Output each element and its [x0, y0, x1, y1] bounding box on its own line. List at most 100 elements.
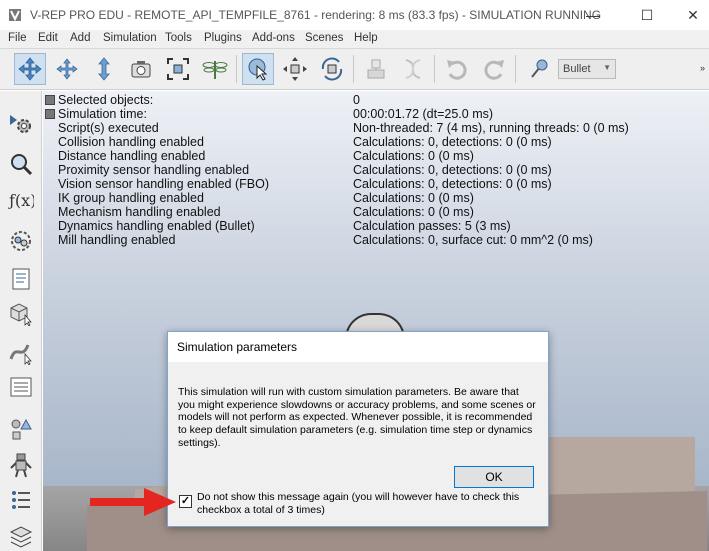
info-label: Script(s) executed	[58, 121, 159, 135]
robot-button[interactable]	[6, 450, 36, 480]
layers-list-button[interactable]	[6, 485, 36, 515]
object-rotate-icon	[321, 57, 343, 81]
physics-engine-button[interactable]	[522, 53, 554, 85]
vertical-arrows-icon	[98, 57, 110, 81]
assemble-button[interactable]	[360, 53, 392, 85]
magnifier-icon	[11, 154, 33, 176]
calculation-modules-button[interactable]: ƒ(x)	[6, 185, 36, 215]
title-bar: V-REP PRO EDU - REMOTE_API_TEMPFILE_8761…	[0, 0, 709, 30]
move-arrows-icon	[18, 57, 42, 81]
camera-pan-button[interactable]	[14, 53, 46, 85]
do-not-show-label[interactable]: Do not show this message again (you will…	[197, 491, 542, 516]
window-title: V-REP PRO EDU - REMOTE_API_TEMPFILE_8761…	[30, 8, 602, 22]
menu-add-ons[interactable]: Add-ons	[252, 32, 295, 44]
info-value: Calculations: 0 (0 ms)	[353, 149, 474, 163]
object-shift-button[interactable]	[279, 53, 311, 85]
info-label: Simulation time:	[58, 107, 147, 121]
info-value: Calculations: 0, surface cut: 0 mm^2 (0 …	[353, 233, 593, 247]
menu-add[interactable]: Add	[70, 32, 90, 44]
physics-engine-icon	[531, 59, 548, 78]
toolbar-overflow-icon[interactable]: »	[700, 63, 705, 73]
info-value: Calculations: 0 (0 ms)	[353, 205, 474, 219]
info-label: IK group handling enabled	[58, 191, 204, 205]
click-selection-button[interactable]	[242, 53, 274, 85]
menu-plugins[interactable]: Plugins	[204, 32, 242, 44]
menu-scenes[interactable]: Scenes	[305, 32, 343, 44]
close-button[interactable]: ✕	[670, 4, 709, 26]
path-edit-button[interactable]	[6, 337, 36, 367]
info-label: Collision handling enabled	[58, 135, 204, 149]
menu-simulation[interactable]: Simulation	[103, 32, 157, 44]
chevron-down-icon: ▼	[603, 63, 611, 72]
collapse-toggle-icon[interactable]	[45, 109, 55, 119]
left-toolbar: ƒ(x)	[0, 91, 42, 551]
info-value: Calculations: 0, detections: 0 (0 ms)	[353, 177, 552, 191]
camera-opening-angle-button[interactable]	[125, 53, 157, 85]
model-browser-button[interactable]	[6, 414, 36, 444]
collapse-toggle-icon[interactable]	[45, 95, 55, 105]
object-rotate-button[interactable]	[316, 53, 348, 85]
menu-file[interactable]: File	[8, 32, 27, 44]
select-cursor-icon	[248, 58, 268, 81]
selection-list-button[interactable]	[6, 372, 36, 402]
manipulate-camera-button[interactable]	[199, 53, 231, 85]
info-value: 00:00:01.72 (dt=25.0 ms)	[353, 107, 494, 121]
collections-button[interactable]	[6, 226, 36, 256]
object-shift-icon	[283, 57, 307, 81]
ok-button[interactable]: OK	[454, 466, 534, 488]
info-label: Selected objects:	[58, 93, 154, 107]
dialog-title: Simulation parameters	[168, 332, 548, 362]
svg-text:ƒ(x): ƒ(x)	[8, 191, 34, 210]
info-label: Distance handling enabled	[58, 149, 206, 163]
toolbar: Bullet ▼ »	[0, 48, 709, 90]
toolbar-separator	[353, 55, 354, 83]
transfer-dna-button[interactable]	[397, 53, 429, 85]
info-value: Non-threaded: 7 (4 ms), running threads:…	[353, 121, 629, 135]
scripts-button[interactable]	[6, 264, 36, 294]
undo-button[interactable]	[441, 53, 473, 85]
collections-icon	[11, 231, 31, 251]
layers-icon	[9, 526, 33, 548]
info-label: Proximity sensor handling enabled	[58, 163, 250, 177]
info-row: Simulation time:	[43, 107, 269, 121]
info-row: Selected objects:	[43, 93, 269, 107]
app-logo-icon	[9, 9, 21, 22]
camera-rotate-button[interactable]	[51, 53, 83, 85]
robot-icon	[10, 453, 32, 478]
info-values: 0 00:00:01.72 (dt=25.0 ms) Non-threaded:…	[353, 93, 629, 247]
simulation-parameters-dialog: Simulation parameters This simulation wi…	[167, 331, 549, 527]
scene-hierarchy-button[interactable]	[6, 149, 36, 179]
redo-icon	[484, 60, 504, 80]
fit-to-view-icon	[167, 58, 189, 80]
camera-shift-button[interactable]	[88, 53, 120, 85]
undo-icon	[447, 60, 467, 80]
toolbar-separator	[515, 55, 516, 83]
dialog-message: This simulation will run with custom sim…	[178, 386, 536, 449]
info-value: Calculations: 0 (0 ms)	[353, 191, 474, 205]
assemble-icon	[367, 59, 385, 79]
menu-tools[interactable]: Tools	[165, 32, 192, 44]
info-value: Calculation passes: 5 (3 ms)	[353, 219, 511, 233]
red-arrow-icon	[90, 488, 176, 516]
physics-engine-select[interactable]: Bullet ▼	[558, 59, 616, 79]
layers-button[interactable]	[6, 521, 36, 551]
dragonfly-icon	[202, 61, 228, 79]
info-label: Mechanism handling enabled	[58, 205, 221, 219]
redo-button[interactable]	[478, 53, 510, 85]
info-value: Calculations: 0, detections: 0 (0 ms)	[353, 135, 552, 149]
menu-bar: File Edit Add Simulation Tools Plugins A…	[0, 30, 709, 48]
info-label: Mill handling enabled	[58, 233, 176, 247]
info-labels: Selected objects: Simulation time: Scrip…	[43, 93, 269, 247]
gear-play-icon	[10, 115, 31, 133]
cube-cursor-icon	[10, 303, 32, 326]
maximize-button[interactable]: ☐	[624, 4, 670, 26]
simulation-settings-button[interactable]	[6, 109, 36, 139]
bullet-list-icon	[12, 491, 30, 509]
minimize-button[interactable]: —	[570, 4, 616, 26]
fit-to-view-button[interactable]	[162, 53, 194, 85]
shape-edit-button[interactable]	[6, 298, 36, 328]
do-not-show-checkbox[interactable]: ✓	[179, 495, 192, 508]
list-window-icon	[10, 377, 32, 397]
menu-edit[interactable]: Edit	[38, 32, 58, 44]
menu-help[interactable]: Help	[354, 32, 378, 44]
